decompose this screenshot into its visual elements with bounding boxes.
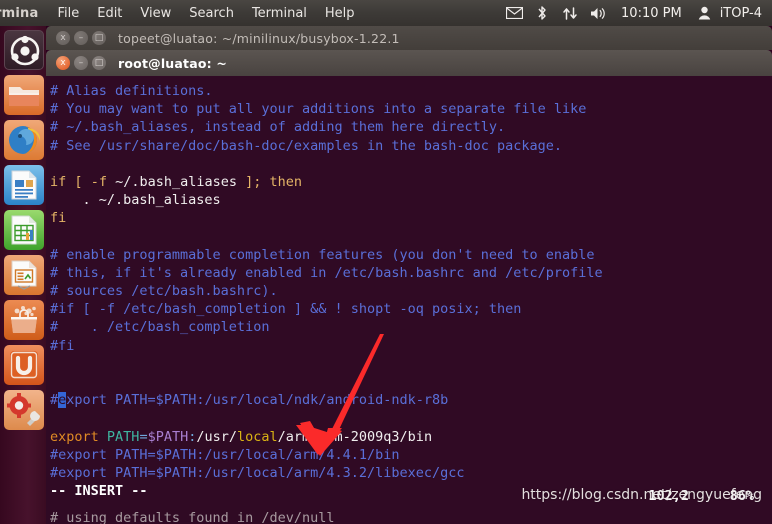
terminal-screen[interactable]: # Alias definitions. # You may want to p… [46, 76, 772, 524]
foreground-window-titlebar[interactable]: x – □ root@luatao: ~ [46, 50, 772, 76]
firefox-icon[interactable] [4, 120, 44, 160]
menu-file[interactable]: File [48, 6, 88, 21]
terminal-line: # You may want to put all your additions… [50, 101, 587, 118]
network-icon[interactable] [557, 0, 583, 26]
terminal-line-active-export: export PATH=$PATH:/usr/local/arm/arm-200… [50, 428, 433, 445]
files-icon[interactable] [4, 75, 44, 115]
clock-label[interactable]: 10:10 PM [613, 6, 690, 21]
terminal-line-cursor: #export PATH=$PATH:/usr/local/ndk/androi… [50, 392, 449, 409]
minimize-button-inactive[interactable]: – [74, 31, 88, 45]
terminal-line: #export PATH=$PATH:/usr/local/arm/4.4.1/… [50, 446, 400, 463]
terminal-line: # See /usr/share/doc/bash-doc/examples i… [50, 137, 563, 154]
libreoffice-writer-icon[interactable] [4, 165, 44, 205]
terminal-line: #if [ -f /etc/bash_completion ] && ! sho… [50, 301, 522, 318]
close-button[interactable]: x [56, 56, 70, 70]
ubuntu-dash-icon[interactable] [4, 30, 44, 70]
terminal-line: # enable programmable completion feature… [50, 246, 595, 263]
terminal-bottom-partial-line: # using defaults found in /dev/null [50, 509, 335, 524]
maximize-button-inactive[interactable]: □ [92, 31, 106, 45]
software-center-icon[interactable] [4, 300, 44, 340]
unity-launcher [0, 26, 46, 524]
ubuntu-one-icon[interactable] [4, 345, 44, 385]
menu-terminal[interactable]: Terminal [243, 6, 316, 21]
terminal-line: #fi [50, 337, 75, 354]
menu-edit[interactable]: Edit [88, 6, 131, 21]
libreoffice-calc-icon[interactable] [4, 210, 44, 250]
terminal-line: #export PATH=$PATH:/usr/local/arm/4.3.2/… [50, 464, 465, 481]
close-button-inactive[interactable]: x [56, 31, 70, 45]
terminal-line: . ~/.bash_aliases [50, 192, 221, 209]
libreoffice-impress-icon[interactable] [4, 255, 44, 295]
foreground-window-title: root@luatao: ~ [118, 55, 228, 71]
terminal-line: # ~/.bash_aliases, instead of adding the… [50, 119, 506, 136]
unity-top-panel: ermina File Edit View Search Terminal He… [0, 0, 772, 26]
user-icon[interactable] [692, 0, 718, 26]
foreground-window-buttons: x – □ [46, 56, 106, 70]
maximize-button[interactable]: □ [92, 56, 106, 70]
background-window-title: topeet@luatao: ~/minilinux/busybox-1.22.… [118, 30, 400, 46]
system-settings-icon[interactable] [4, 390, 44, 430]
volume-icon[interactable] [585, 0, 611, 26]
menu-view[interactable]: View [131, 6, 180, 21]
terminal-line: fi [50, 210, 67, 227]
blog-watermark: https://blog.csdn.net/zengyuefeng [521, 486, 762, 503]
bluetooth-icon[interactable] [529, 0, 555, 26]
terminal-line: # this, if it's already enabled in /etc/… [50, 264, 603, 281]
menu-help[interactable]: Help [316, 6, 364, 21]
username-label[interactable]: iTOP-4 [720, 6, 768, 21]
background-terminal-window[interactable]: x – □ topeet@luatao: ~/minilinux/busybox… [46, 26, 772, 50]
mail-icon[interactable] [501, 0, 527, 26]
app-name-label: ermina [0, 5, 39, 21]
minimize-button[interactable]: – [74, 56, 88, 70]
menu-search[interactable]: Search [180, 6, 243, 21]
foreground-terminal-window: x – □ root@luatao: ~ # Alias definitions… [46, 50, 772, 524]
background-window-buttons: x – □ [46, 31, 106, 45]
terminal-line: if [ -f ~/.bash_aliases ]; then [50, 173, 303, 190]
terminal-line: # . /etc/bash_completion [50, 319, 270, 336]
system-tray: 10:10 PM iTOP-4 [501, 0, 772, 26]
terminal-line: # sources /etc/bash.bashrc). [50, 283, 278, 300]
terminal-line: # Alias definitions. [50, 83, 213, 99]
